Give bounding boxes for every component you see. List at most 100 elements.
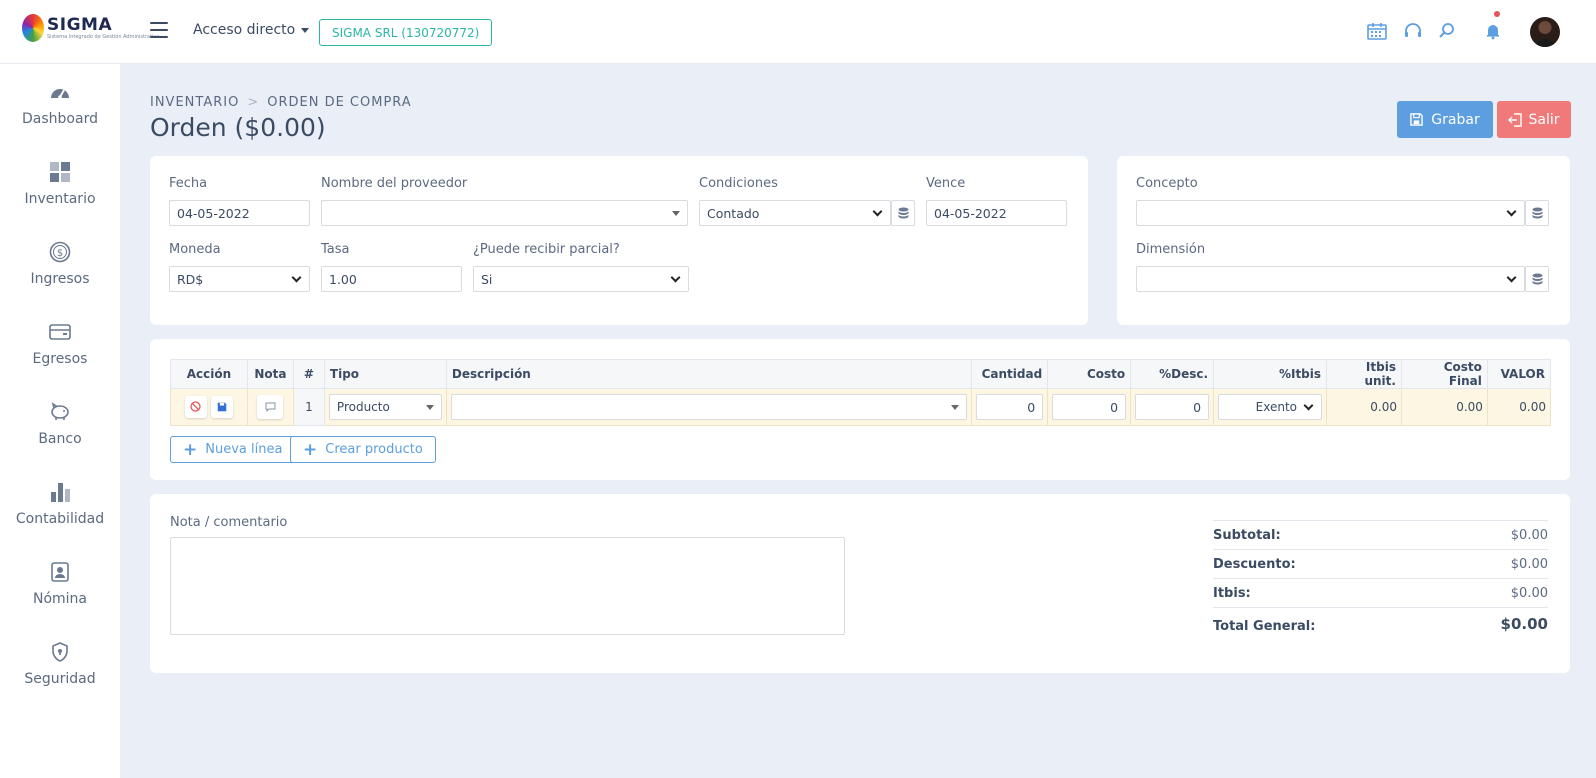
- plus-icon: +: [303, 439, 318, 460]
- proveedor-select[interactable]: [321, 200, 688, 226]
- moneda-select[interactable]: RD$: [169, 266, 310, 292]
- sidebar: Dashboard Inventario $ Ingresos Egresos …: [0, 64, 120, 778]
- col-header-nota: Nota: [246, 359, 294, 389]
- moneda-label: Moneda: [169, 242, 221, 257]
- row-costo-cell: 0: [1047, 388, 1132, 426]
- exit-label: Salir: [1528, 111, 1560, 128]
- headset-icon[interactable]: [1402, 20, 1424, 42]
- sidebar-item-label: Inventario: [24, 191, 96, 207]
- sign-out-icon: [1508, 112, 1523, 127]
- parcial-label: ¿Puede recibir parcial?: [473, 242, 620, 257]
- sidebar-item-banco[interactable]: Banco: [0, 400, 120, 470]
- save-line-button[interactable]: [210, 396, 233, 419]
- piggy-bank-icon: [49, 400, 71, 424]
- sidebar-item-dashboard[interactable]: Dashboard: [0, 80, 120, 150]
- fecha-input[interactable]: 04-05-2022: [169, 200, 310, 226]
- row-desc-cell: 0: [1130, 388, 1215, 426]
- dimension-database-button[interactable]: [1525, 266, 1549, 292]
- save-button[interactable]: Grabar: [1397, 101, 1493, 138]
- row-costo-final: 0.00: [1400, 388, 1488, 426]
- chevron-down-icon: [670, 272, 681, 282]
- create-product-button[interactable]: + Crear producto: [290, 436, 436, 463]
- condiciones-database-button[interactable]: [891, 200, 915, 226]
- logo-text: SIGMA: [47, 14, 113, 35]
- sidebar-item-inventario[interactable]: Inventario: [0, 160, 120, 230]
- chevron-down-icon: [872, 206, 883, 216]
- note-button[interactable]: [257, 395, 284, 419]
- vence-value: 04-05-2022: [934, 205, 1007, 221]
- calendar-icon[interactable]: [1366, 20, 1388, 42]
- row-number: 1: [292, 388, 325, 426]
- company-selector-button[interactable]: SIGMA SRL (130720772): [319, 19, 493, 46]
- comment-icon: [265, 402, 276, 412]
- tipo-select[interactable]: Producto: [328, 394, 442, 420]
- dimension-select[interactable]: [1136, 266, 1525, 292]
- grid-icon: [49, 160, 71, 184]
- database-icon: [898, 207, 908, 219]
- row-actions: [170, 388, 248, 426]
- desc-value: 0: [1193, 399, 1202, 415]
- new-line-label: Nueva línea: [205, 442, 283, 457]
- concepto-select[interactable]: [1136, 200, 1525, 226]
- itbis-value: Exento: [1255, 400, 1298, 414]
- top-bar: SIGMA Sistema Integrado de Gestión Admin…: [0, 0, 1596, 64]
- sidebar-item-nomina[interactable]: Nómina: [0, 560, 120, 630]
- wallet-icon: [49, 320, 71, 344]
- new-line-button[interactable]: + Nueva línea: [170, 436, 296, 463]
- descripcion-select[interactable]: [450, 394, 968, 420]
- logo-subtitle: Sistema Integrado de Gestión Administrat…: [47, 33, 160, 40]
- exit-button[interactable]: Salir: [1497, 101, 1571, 138]
- search-icon[interactable]: [1436, 20, 1458, 42]
- condiciones-value: Contado: [707, 205, 760, 221]
- shield-icon: [50, 640, 70, 664]
- grand-total-value: $0.00: [1500, 614, 1548, 633]
- chevron-down-icon: [1506, 272, 1517, 282]
- id-badge-icon: [50, 560, 70, 584]
- sidebar-item-egresos[interactable]: Egresos: [0, 320, 120, 390]
- order-header-card: Fecha 04-05-2022 Nombre del proveedor Co…: [150, 156, 1088, 325]
- concept-card: Concepto Dimensión: [1117, 156, 1570, 325]
- user-avatar[interactable]: [1530, 17, 1560, 47]
- delete-line-button[interactable]: [184, 395, 207, 418]
- sidebar-item-ingresos[interactable]: $ Ingresos: [0, 240, 120, 310]
- company-label: SIGMA SRL (130720772): [332, 25, 480, 40]
- concepto-database-button[interactable]: [1525, 200, 1549, 226]
- sidebar-item-label: Egresos: [32, 351, 88, 367]
- fecha-label: Fecha: [169, 176, 208, 191]
- notes-textarea[interactable]: [170, 537, 845, 635]
- breadcrumb-root[interactable]: INVENTARIO: [150, 95, 239, 110]
- sidebar-item-seguridad[interactable]: Seguridad: [0, 640, 120, 710]
- breadcrumb: INVENTARIO > ORDEN DE COMPRA: [150, 95, 412, 110]
- itbis-total-label: Itbis:: [1213, 585, 1251, 601]
- menu-toggle-icon[interactable]: [150, 22, 168, 38]
- cantidad-value: 0: [1027, 399, 1036, 415]
- desc-input[interactable]: 0: [1135, 394, 1210, 420]
- costo-input[interactable]: 0: [1052, 394, 1127, 420]
- database-icon: [1532, 273, 1542, 285]
- cantidad-input[interactable]: 0: [976, 394, 1044, 420]
- logo[interactable]: SIGMA Sistema Integrado de Gestión Admin…: [22, 14, 159, 42]
- chevron-down-icon: [291, 272, 302, 282]
- parcial-select[interactable]: Si: [473, 266, 689, 292]
- subtotal-row: Subtotal: $0.00: [1213, 520, 1548, 549]
- col-header-accion: Acción: [170, 359, 248, 389]
- col-header-desc: %Desc.: [1130, 359, 1215, 389]
- itbis-select[interactable]: Exento: [1218, 394, 1323, 420]
- tasa-label: Tasa: [321, 242, 350, 257]
- plus-icon: +: [183, 439, 198, 460]
- quick-access-dropdown[interactable]: Acceso directo: [193, 22, 310, 38]
- col-header-cantidad: Cantidad: [971, 359, 1049, 389]
- costo-value: 0: [1110, 399, 1119, 415]
- row-itbis-unit: 0.00: [1326, 388, 1402, 426]
- col-header-itbis: %Itbis: [1213, 359, 1328, 389]
- sidebar-item-label: Ingresos: [30, 271, 90, 287]
- tasa-input[interactable]: 1.00: [321, 266, 462, 292]
- discount-row: Descuento: $0.00: [1213, 549, 1548, 578]
- bell-icon[interactable]: [1482, 20, 1504, 42]
- itbis-total-value: $0.00: [1510, 585, 1548, 601]
- sidebar-item-contabilidad[interactable]: Contabilidad: [0, 480, 120, 550]
- create-product-label: Crear producto: [325, 442, 423, 457]
- vence-input[interactable]: 04-05-2022: [926, 200, 1067, 226]
- condiciones-select[interactable]: Contado: [699, 200, 891, 226]
- vence-label: Vence: [926, 176, 966, 191]
